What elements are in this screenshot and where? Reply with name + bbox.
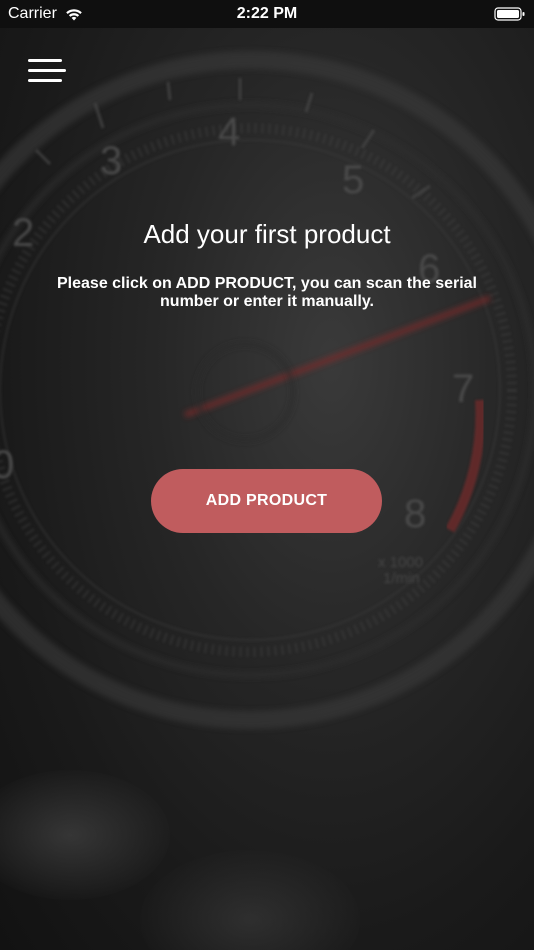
gauge-number: 5	[342, 158, 364, 202]
status-time: 2:22 PM	[236, 5, 298, 22]
gauge-number: 0	[0, 443, 14, 487]
battery-icon	[494, 7, 525, 21]
screen: Carrier 2:22 PM 0 2 3 4 5 6 7 8 x 1000 1…	[0, 0, 534, 950]
add-product-button[interactable]: ADD PRODUCT	[151, 469, 382, 533]
gauge-unit-top: x 1000	[378, 554, 423, 571]
page-title: Add your first product	[143, 219, 391, 249]
gauge-number: 7	[452, 367, 474, 411]
gauge-unit-bottom: 1/min	[383, 570, 420, 587]
gauge-number: 8	[404, 492, 426, 536]
gauge-number: 4	[218, 110, 240, 154]
gauge-number: 3	[100, 139, 122, 183]
instruction-text: Please click on ADD PRODUCT, you can sca…	[57, 275, 477, 310]
hamburger-menu-icon[interactable]	[24, 56, 68, 88]
status-bar: Carrier 2:22 PM	[0, 0, 534, 28]
